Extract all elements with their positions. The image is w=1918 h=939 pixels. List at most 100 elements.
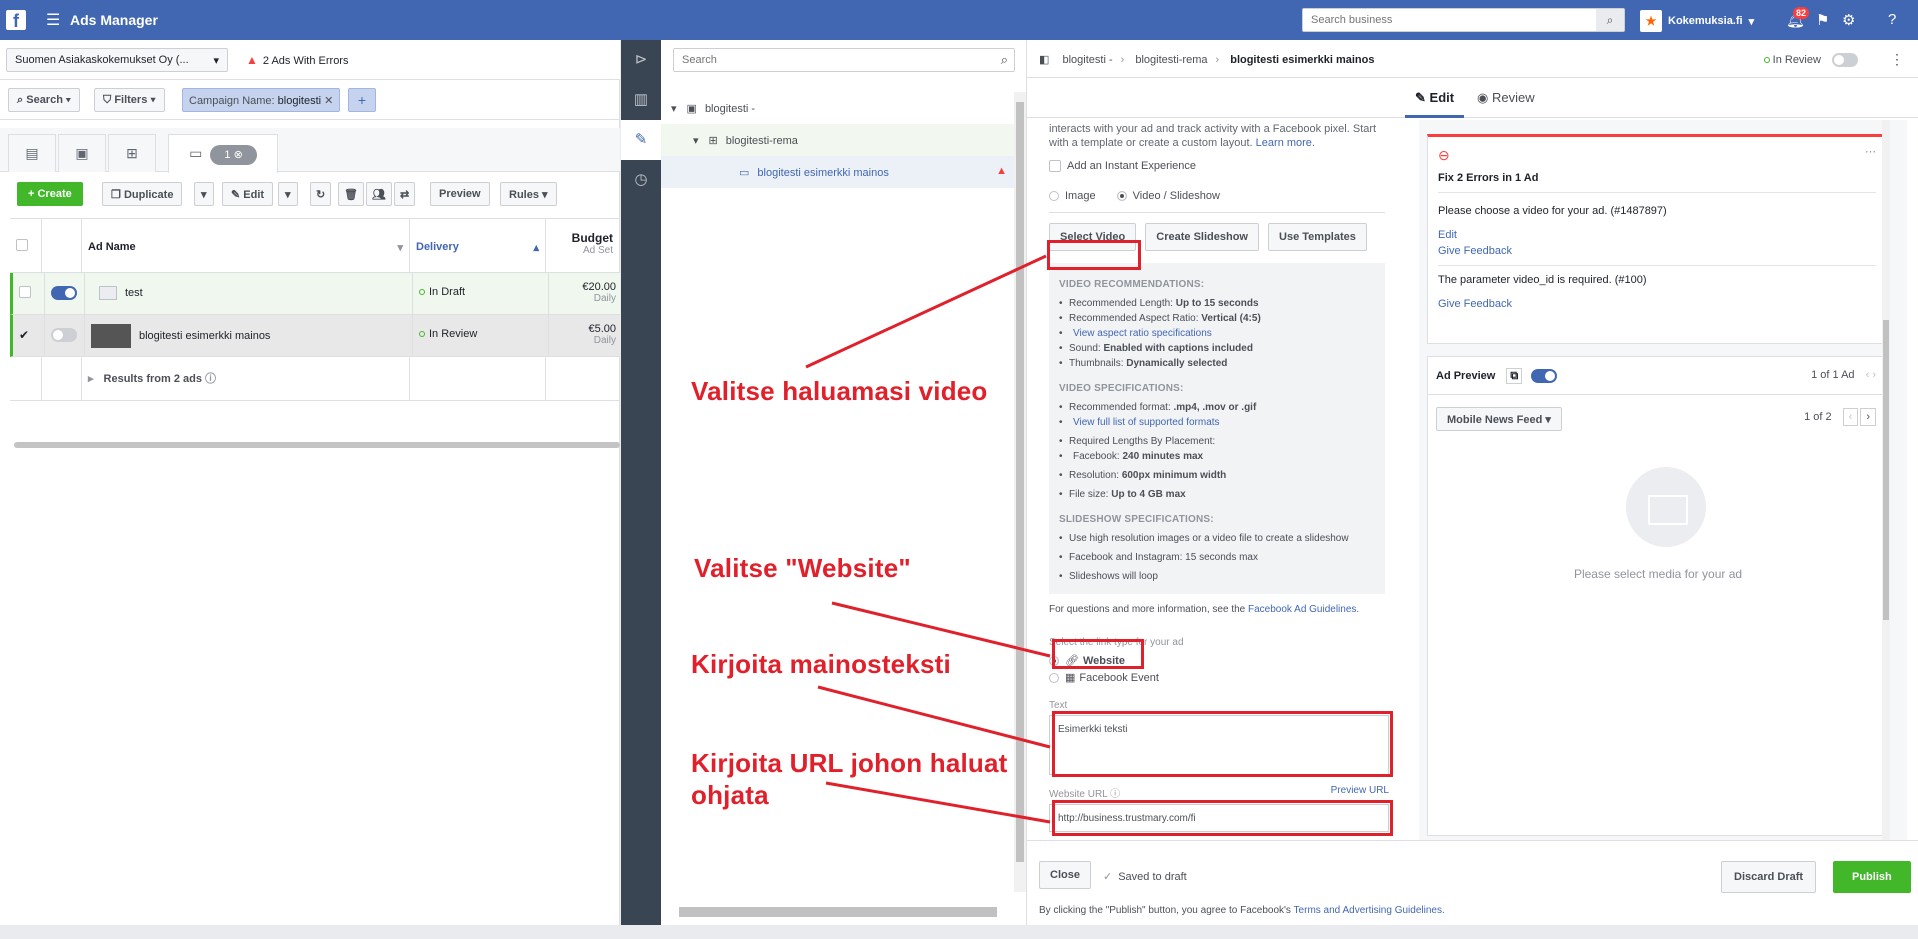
chevron-left-icon[interactable]: ‹ (1842, 408, 1859, 426)
pencil-icon[interactable]: ✎ (621, 120, 661, 160)
editor-scrollbar[interactable] (1882, 120, 1890, 840)
chevron-left-icon[interactable]: ‹ (1866, 369, 1870, 381)
select-all-checkbox[interactable] (16, 239, 28, 251)
format-image-label: Image (1065, 190, 1096, 203)
preview-button[interactable]: Preview (430, 182, 490, 206)
help-icon[interactable]: ? (1888, 11, 1896, 28)
header-ad-name[interactable]: Ad Name ▾ (82, 219, 410, 272)
tab-campaigns[interactable]: ▤ (8, 134, 56, 172)
ad-account-select[interactable]: Suomen Asiakaskokemukset Oy (... ▾ (6, 48, 228, 72)
campaign-filter-chip[interactable]: Campaign Name: blogitesti ✕ (182, 88, 341, 112)
duplicate-dropdown[interactable]: ▾ (194, 182, 214, 206)
breadcrumb-adset[interactable]: blogitesti-rema (1135, 54, 1207, 66)
chart-icon[interactable]: ▥ (621, 80, 661, 120)
tab-adsets-grid[interactable]: ⊞ (108, 134, 156, 172)
give-feedback-link[interactable]: Give Feedback (1438, 245, 1876, 257)
more-icon[interactable]: ⋯ (1865, 145, 1876, 158)
chevron-right-icon[interactable]: › (1860, 408, 1876, 426)
ad-status-toggle[interactable] (1832, 53, 1858, 67)
compare-button[interactable]: ⇄ (394, 182, 416, 206)
close-icon[interactable]: ✕ (324, 95, 333, 107)
tree-horizontal-scrollbar[interactable] (679, 907, 997, 917)
tab-edit[interactable]: ✎ Edit (1405, 78, 1465, 118)
business-search-input[interactable] (1303, 9, 1593, 31)
scroll-thumb[interactable] (1883, 320, 1889, 620)
edit-dropdown[interactable]: ▾ (278, 182, 298, 206)
errors-link[interactable]: ▲ 2 Ads With Errors (246, 53, 348, 67)
menu-icon[interactable]: ☰ (46, 10, 60, 30)
ad-name[interactable]: blogitesti esimerkki mainos (139, 330, 270, 342)
create-slideshow-button[interactable]: Create Slideshow (1145, 223, 1259, 252)
ad-toggle[interactable] (51, 328, 77, 342)
link-type-event[interactable]: ▦ Facebook Event (1049, 671, 1385, 684)
delete-button[interactable]: 🗑︎ (338, 182, 364, 206)
tree-item-adset[interactable]: ▾ ⊞ blogitesti-rema (661, 124, 1015, 156)
table-row[interactable]: test In Draft €20.00 Daily (10, 273, 623, 315)
audience-button[interactable]: 👥︎ (366, 182, 392, 206)
event-radio[interactable] (1049, 673, 1059, 684)
aspect-ratio-link[interactable]: View aspect ratio specifications (1073, 328, 1212, 339)
tree-search-input[interactable] (674, 49, 984, 71)
adset-name: blogitesti-rema (725, 135, 798, 147)
terms-link[interactable]: Terms and Advertising Guidelines. (1294, 905, 1445, 916)
edit-link[interactable]: Edit (1438, 229, 1876, 241)
instant-experience-checkbox[interactable] (1049, 160, 1061, 173)
refresh-button[interactable]: ↻ (310, 182, 332, 206)
rules-button[interactable]: Rules ▾ (500, 182, 557, 206)
breadcrumb-campaign[interactable]: blogitesti - (1062, 54, 1112, 66)
format-image-radio[interactable] (1049, 191, 1059, 202)
tab-review[interactable]: ◉ Review (1467, 78, 1545, 118)
use-templates-button[interactable]: Use Templates (1268, 223, 1367, 252)
filters-button[interactable]: ⛉ Filters ▾ (94, 88, 165, 112)
format-video-radio[interactable] (1116, 191, 1127, 202)
results-summary[interactable]: ▸ Results from 2 ads ⓘ (82, 357, 410, 400)
selected-count-pill[interactable]: 1 ⊗ (210, 145, 257, 165)
close-button[interactable]: Close (1039, 861, 1091, 889)
highlight-select-video (1047, 240, 1141, 270)
caret-down-icon: ▾ (693, 135, 699, 147)
guidelines-link[interactable]: Facebook Ad Guidelines. (1248, 604, 1359, 615)
duplicate-button[interactable]: ❐ Duplicate (102, 182, 183, 206)
table-horizontal-scrollbar[interactable] (14, 442, 620, 448)
checkmark-icon[interactable]: ✔ (19, 328, 29, 342)
header-delivery[interactable]: Delivery ▴ (410, 219, 546, 272)
search-icon[interactable]: ⌕ (1596, 9, 1624, 31)
tab-ads[interactable]: ▭ 1 ⊗ (168, 134, 278, 173)
more-icon[interactable]: ⋮ (1890, 51, 1904, 68)
discard-draft-button[interactable]: Discard Draft (1721, 861, 1817, 893)
external-link-icon[interactable]: ⧉ (1506, 367, 1523, 384)
ad-toggle[interactable] (51, 286, 77, 300)
search-button[interactable]: ⌕ Search ▾ (8, 88, 80, 112)
format-video-label: Video / Slideshow (1132, 190, 1220, 203)
bottom-strip (0, 925, 1918, 939)
tree-item-ad[interactable]: ▭ blogitesti esimerkki mainos ▲ (661, 156, 1015, 188)
facebook-logo-icon[interactable]: f (6, 10, 26, 31)
preview-label: Preview (439, 188, 481, 200)
add-filter-button[interactable]: + (348, 88, 376, 112)
clock-icon[interactable]: ◷ (621, 160, 661, 200)
ad-name[interactable]: test (125, 287, 143, 299)
learn-more-link[interactable]: Learn more. (1256, 137, 1315, 149)
formats-link[interactable]: View full list of supported formats (1073, 417, 1220, 428)
flag-icon[interactable]: ⚑ (1816, 11, 1829, 29)
create-button[interactable]: + Create (17, 182, 83, 206)
edit-button[interactable]: ✎ Edit (222, 182, 274, 206)
tab-adsets[interactable]: ▣ (58, 134, 106, 172)
tree-item-campaign[interactable]: ▾ ▣ blogitesti - (661, 92, 1015, 124)
header-budget[interactable]: Budget Ad Set (546, 219, 620, 272)
give-feedback-link[interactable]: Give Feedback (1438, 298, 1876, 310)
preview-url-link[interactable]: Preview URL (1331, 785, 1389, 796)
instant-experience-row[interactable]: Add an Instant Experience (1049, 160, 1385, 173)
sidebar-toggle-icon[interactable]: ◧ (1039, 54, 1049, 66)
expand-icon[interactable]: ⊳ (621, 40, 661, 80)
status-dot-icon (1763, 56, 1770, 63)
publish-button[interactable]: Publish (1833, 861, 1911, 893)
account-menu[interactable]: ★ Kokemuksia.fi ▾ (1640, 10, 1754, 32)
placement-select[interactable]: Mobile News Feed ▾ (1436, 407, 1562, 431)
rec-title: VIDEO RECOMMENDATIONS: (1059, 279, 1205, 291)
row-checkbox[interactable] (19, 286, 31, 298)
chevron-right-icon[interactable]: › (1872, 369, 1876, 381)
preview-toggle[interactable] (1531, 369, 1558, 383)
table-row[interactable]: ✔ blogitesti esimerkki mainos In Review … (10, 315, 623, 357)
gear-icon[interactable]: ⚙ (1842, 11, 1855, 29)
